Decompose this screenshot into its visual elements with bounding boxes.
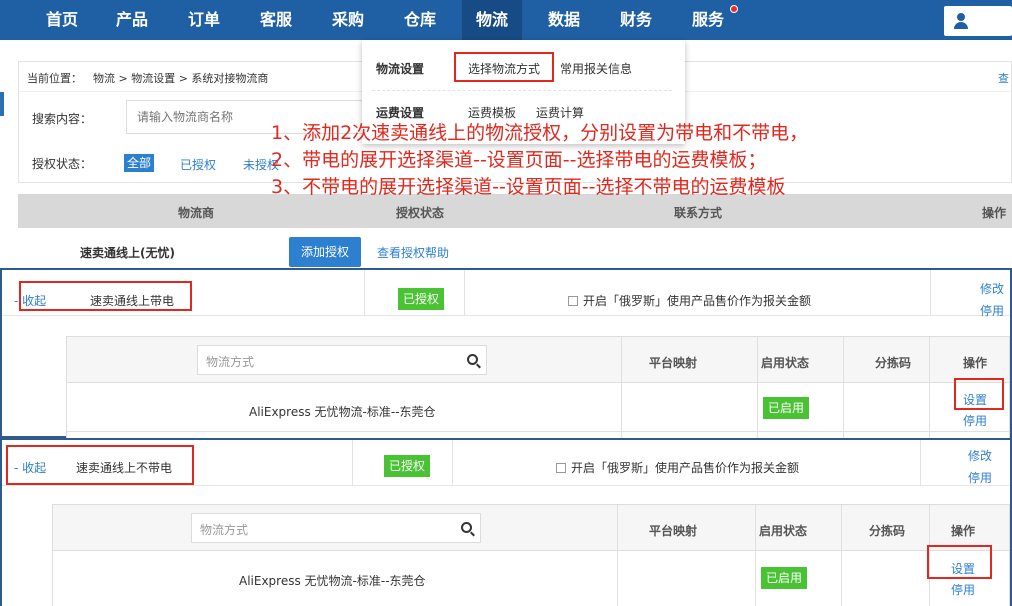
auth-status-label: 授权状态：: [32, 157, 93, 171]
customs-option[interactable]: 开启「俄罗斯」使用产品售价作为报关金额: [556, 459, 799, 476]
customs-text: 开启「俄罗斯」使用产品售价作为报关金额: [571, 461, 800, 475]
search-icon[interactable]: [467, 354, 478, 365]
method-search-placeholder: 物流方式: [206, 355, 255, 369]
edit-link[interactable]: 修改: [980, 280, 1004, 297]
annotation-line-2: 2、带电的展开选择渠道--设置页面--选择带电的运费模板；: [271, 149, 767, 171]
status-badge: 已授权: [384, 455, 431, 477]
status-badge: 已授权: [398, 288, 445, 310]
breadcrumb-label: 当前位置：: [27, 72, 82, 85]
stop-link[interactable]: 停用: [951, 581, 975, 598]
highlight-section2-name: [6, 445, 194, 485]
th-action: 操作: [982, 206, 1007, 220]
notification-dot: [730, 5, 738, 13]
nav-products[interactable]: 产品: [110, 0, 154, 40]
nav-finance[interactable]: 财务: [614, 0, 658, 40]
breadcrumb-right-link[interactable]: 查: [998, 70, 1009, 86]
stop-link[interactable]: 停用: [963, 412, 987, 429]
highlight-choose-method: [454, 52, 554, 82]
checkbox[interactable]: [568, 296, 578, 306]
th-op: 操作: [963, 356, 988, 370]
th-sort-code: 分拣码: [869, 524, 906, 538]
user-menu[interactable]: [944, 6, 1012, 36]
th-provider: 物流商: [178, 206, 215, 220]
dropdown-freight-calc[interactable]: 运费计算: [536, 104, 584, 121]
th-enabled: 启用状态: [761, 356, 810, 370]
th-mapping: 平台映射: [649, 356, 698, 370]
method-search-input[interactable]: 物流方式: [197, 345, 487, 375]
th-mapping: 平台映射: [649, 524, 698, 538]
edit-link[interactable]: 修改: [968, 447, 992, 464]
method-name: AliExpress 无忧物流-标准--东莞仓: [249, 405, 436, 419]
search-icon[interactable]: [461, 522, 472, 533]
left-edge-marker: [0, 92, 4, 116]
dropdown-logistics-settings: 物流设置: [376, 62, 425, 76]
disable-link[interactable]: 停用: [980, 302, 1004, 319]
disable-link[interactable]: 停用: [968, 469, 992, 486]
th-contact: 联系方式: [674, 206, 723, 220]
provider-name: 速卖通线上(无忧): [80, 246, 175, 260]
dropdown-customs-info[interactable]: 常用报关信息: [560, 60, 632, 77]
method-table: 物流方式 平台映射 启用状态 分拣码 操作 AliExpress 无忧物流-标准…: [66, 336, 1010, 440]
enabled-badge: 已启用: [763, 397, 810, 419]
th-op: 操作: [951, 524, 976, 538]
nav-home[interactable]: 首页: [40, 0, 84, 40]
top-nav: 首页 产品 订单 客服 采购 仓库 物流 数据 财务 服务: [0, 0, 1012, 40]
breadcrumb-path[interactable]: 物流 > 物流设置 > 系统对接物流商: [93, 70, 268, 86]
enabled-badge: 已启用: [761, 567, 808, 589]
user-icon: [954, 13, 968, 29]
method-search-placeholder: 物流方式: [200, 523, 249, 537]
customs-text: 开启「俄罗斯」使用产品售价作为报关金额: [583, 294, 812, 308]
highlight-section1-name: [19, 281, 192, 311]
th-enabled: 启用状态: [759, 524, 808, 538]
checkbox[interactable]: [556, 463, 566, 473]
nav-warehouse[interactable]: 仓库: [398, 0, 442, 40]
annotation-line-3: 3、不带电的展开选择渠道--设置页面--选择不带电的运费模板: [271, 176, 786, 198]
dropdown-freight-settings: 运费设置: [376, 106, 425, 120]
nav-logistics[interactable]: 物流: [462, 0, 522, 40]
customs-option[interactable]: 开启「俄罗斯」使用产品售价作为报关金额: [568, 292, 811, 309]
method-search-input[interactable]: 物流方式: [191, 513, 481, 543]
dropdown-freight-template[interactable]: 运费模板: [468, 104, 516, 121]
highlight-set-2: [927, 545, 992, 579]
annotation-line-1: 1、添加2次速卖通线上的物流授权，分别设置为带电和不带电，: [271, 122, 809, 144]
nav-service[interactable]: 客服: [254, 0, 298, 40]
method-table: 物流方式 平台映射 启用状态 分拣码 操作 AliExpress 无忧物流-标准…: [52, 504, 1010, 606]
th-auth-status: 授权状态: [396, 206, 445, 220]
auth-help-link[interactable]: 查看授权帮助: [377, 244, 449, 261]
nav-purchase[interactable]: 采购: [326, 0, 370, 40]
nav-services[interactable]: 服务: [686, 0, 730, 40]
add-auth-button[interactable]: 添加授权: [289, 237, 362, 267]
search-label: 搜索内容：: [32, 112, 93, 126]
filter-all[interactable]: 全部: [124, 154, 155, 172]
th-sort-code: 分拣码: [875, 356, 912, 370]
nav-data[interactable]: 数据: [542, 0, 586, 40]
filter-authorized[interactable]: 已授权: [180, 156, 216, 173]
highlight-set-1: [954, 378, 1004, 410]
nav-orders[interactable]: 订单: [182, 0, 226, 40]
method-name: AliExpress 无忧物流-标准--东莞仓: [239, 574, 426, 588]
